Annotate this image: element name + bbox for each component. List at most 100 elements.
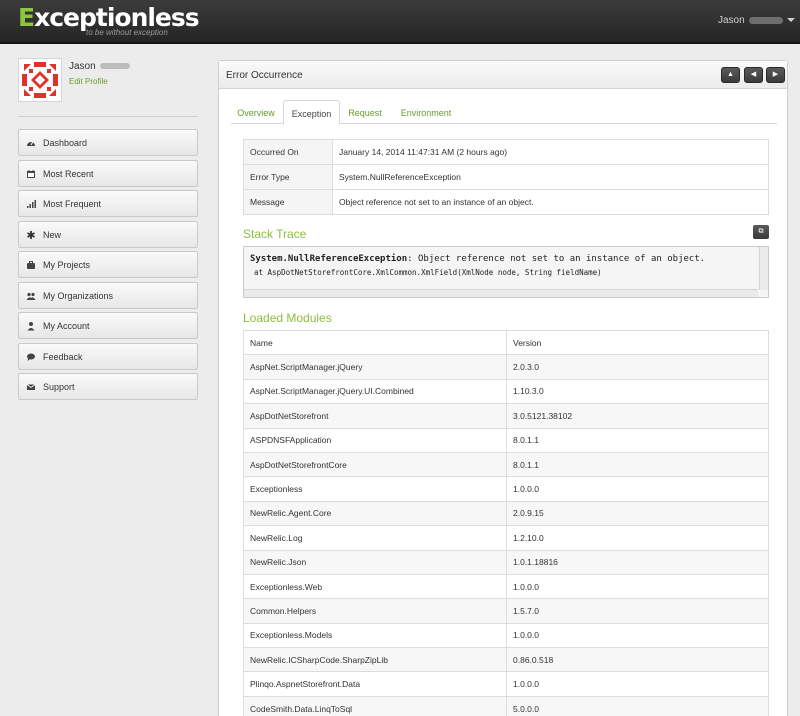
sidebar-item-my-organizations[interactable]: My Organizations bbox=[18, 281, 198, 309]
next-button[interactable]: ▶ bbox=[766, 67, 785, 83]
module-name: NewRelic.Log bbox=[243, 525, 507, 551]
module-name: NewRelic.ICSharpCode.SharpZipLib bbox=[243, 647, 507, 673]
copy-icon: ⧉ bbox=[758, 228, 764, 235]
sidebar-item-new[interactable]: New bbox=[18, 220, 198, 248]
comment-icon bbox=[26, 352, 36, 362]
module-name: NewRelic.Json bbox=[243, 549, 507, 575]
user-icon bbox=[26, 321, 36, 331]
table-row: AspDotNetStorefront 3.0.5121.38102 bbox=[243, 403, 769, 429]
info-key: Error Type bbox=[243, 164, 333, 190]
info-key: Occurred On bbox=[243, 139, 333, 165]
signal-icon bbox=[26, 199, 36, 209]
info-value: Object reference not set to an instance … bbox=[332, 189, 769, 215]
table-row: Message Object reference not set to an in… bbox=[243, 189, 769, 215]
sidebar-item-support[interactable]: Support bbox=[18, 373, 198, 400]
module-version: 1.0.0.0 bbox=[506, 476, 769, 502]
table-row: Occurred On January 14, 2014 11:47:31 AM … bbox=[243, 139, 769, 165]
info-value: System.NullReferenceException bbox=[332, 164, 769, 190]
panel-header: Error Occurrence ▲ ◀ ▶ bbox=[219, 61, 787, 89]
table-row: Common.Helpers 1.5.7.0 bbox=[243, 598, 769, 624]
tab-bar: Overview Exception Request Environment bbox=[231, 100, 777, 125]
table-row: Exceptionless 1.0.0.0 bbox=[243, 476, 769, 502]
module-name: Exceptionless bbox=[243, 476, 507, 502]
redacted-surname bbox=[748, 16, 783, 24]
error-occurrence-panel: Error Occurrence ▲ ◀ ▶ Overview Exceptio… bbox=[218, 60, 788, 716]
horizontal-scrollbar[interactable] bbox=[244, 289, 758, 297]
group-icon bbox=[26, 291, 36, 301]
module-name: AspDotNetStorefront bbox=[243, 403, 507, 429]
tab-exception[interactable]: Exception bbox=[283, 100, 340, 125]
table-row: Plinqo.AspnetStorefront.Data 1.0.0.0 bbox=[243, 671, 769, 697]
module-name: AspNet.ScriptManager.jQuery.UI.Combined bbox=[243, 378, 507, 405]
sidebar-item-most-recent[interactable]: Most Recent bbox=[18, 159, 198, 187]
chevron-left-icon: ◀ bbox=[750, 71, 757, 78]
table-row: Error Type System.NullReferenceException bbox=[243, 164, 769, 190]
redacted-surname bbox=[99, 63, 130, 70]
copy-stack-trace-button[interactable]: ⧉ bbox=[753, 225, 769, 239]
top-navbar: Exceptionless to be without exception Ja… bbox=[0, 0, 800, 44]
loaded-modules-table: Name Version AspNet.ScriptManager.jQuery 2… bbox=[243, 329, 769, 716]
column-header-name: Name bbox=[243, 329, 507, 356]
column-header-version: Version bbox=[506, 329, 769, 356]
chevron-up-icon: ▲ bbox=[727, 71, 734, 78]
module-version: 1.5.7.0 bbox=[506, 598, 769, 624]
module-name: AspDotNetStorefrontCore bbox=[243, 451, 507, 478]
caret-down-icon bbox=[786, 18, 795, 23]
sidebar-item-dashboard[interactable]: Dashboard bbox=[18, 129, 198, 156]
avatar bbox=[18, 58, 62, 102]
module-name: Exceptionless.Models bbox=[243, 622, 507, 649]
stack-trace-line: System.NullReferenceException: Object re… bbox=[250, 254, 706, 264]
module-version: 1.0.0.0 bbox=[506, 573, 769, 600]
table-row: NewRelic.Json 1.0.1.18816 bbox=[243, 549, 769, 575]
sidebar-item-my-account[interactable]: My Account bbox=[18, 312, 198, 339]
previous-button[interactable]: ◀ bbox=[744, 67, 763, 83]
sidebar-item-most-frequent[interactable]: Most Frequent bbox=[18, 190, 198, 217]
table-row: CodeSmith.Data.LinqToSql 5.0.0.0 bbox=[243, 695, 769, 716]
module-version: 1.2.10.0 bbox=[506, 525, 769, 551]
module-version: 0.86.0.518 bbox=[506, 647, 769, 673]
table-row: NewRelic.ICSharpCode.SharpZipLib 0.86.0.5… bbox=[243, 647, 769, 673]
user-menu-name: Jason bbox=[718, 15, 745, 26]
tab-request[interactable]: Request bbox=[342, 100, 388, 124]
module-version: 8.0.1.1 bbox=[506, 427, 769, 453]
sidebar-item-feedback[interactable]: Feedback bbox=[18, 342, 198, 370]
asterisk-icon bbox=[26, 230, 36, 240]
module-version: 8.0.1.1 bbox=[506, 451, 769, 478]
module-version: 3.0.5121.38102 bbox=[506, 403, 769, 429]
module-version: 5.0.0.0 bbox=[506, 695, 769, 716]
tab-overview[interactable]: Overview bbox=[231, 100, 281, 124]
stack-trace-box[interactable]: System.NullReferenceException: Object re… bbox=[243, 246, 769, 298]
sidebar-item-my-projects[interactable]: My Projects bbox=[18, 251, 198, 278]
user-menu[interactable]: Jason bbox=[718, 15, 795, 26]
logo-tagline: to be without exception bbox=[86, 28, 168, 37]
module-name: Common.Helpers bbox=[243, 598, 507, 624]
sidebar: Jason Edit Profile Dashboard Most Recent… bbox=[18, 58, 198, 404]
module-version: 1.10.3.0 bbox=[506, 378, 769, 405]
table-header-row: Name Version bbox=[243, 329, 769, 356]
module-name: Exceptionless.Web bbox=[243, 573, 507, 600]
module-version: 2.0.3.0 bbox=[506, 354, 769, 380]
loaded-modules-heading: Loaded Modules bbox=[243, 311, 332, 325]
stack-trace-heading: Stack Trace bbox=[243, 227, 307, 241]
table-row: Exceptionless.Models 1.0.0.0 bbox=[243, 622, 769, 649]
table-row: AspNet.ScriptManager.jQuery.UI.Combined 1… bbox=[243, 378, 769, 405]
module-name: ASPDNSFApplication bbox=[243, 427, 507, 453]
calendar-icon bbox=[26, 169, 36, 179]
module-version: 2.0.9.15 bbox=[506, 500, 769, 527]
dashboard-icon bbox=[26, 138, 36, 148]
profile-name: Jason bbox=[69, 61, 130, 72]
stack-frame: at AspDotNetStorefrontCore.XmlCommon.Xml… bbox=[254, 268, 602, 277]
edit-profile-link[interactable]: Edit Profile bbox=[69, 77, 108, 86]
table-row: ASPDNSFApplication 8.0.1.1 bbox=[243, 427, 769, 453]
vertical-scrollbar[interactable] bbox=[759, 247, 768, 290]
chevron-right-icon: ▶ bbox=[772, 71, 779, 78]
tab-environment[interactable]: Environment bbox=[392, 100, 460, 124]
exception-info-table: Occurred On January 14, 2014 11:47:31 AM … bbox=[243, 139, 769, 215]
profile-card: Jason Edit Profile bbox=[18, 58, 198, 106]
info-value: January 14, 2014 11:47:31 AM (2 hours ag… bbox=[332, 139, 769, 165]
sidebar-divider bbox=[18, 116, 198, 117]
module-name: Plinqo.AspnetStorefront.Data bbox=[243, 671, 507, 697]
scroll-up-button[interactable]: ▲ bbox=[721, 67, 740, 83]
module-version: 1.0.0.0 bbox=[506, 622, 769, 649]
module-name: CodeSmith.Data.LinqToSql bbox=[243, 695, 507, 716]
